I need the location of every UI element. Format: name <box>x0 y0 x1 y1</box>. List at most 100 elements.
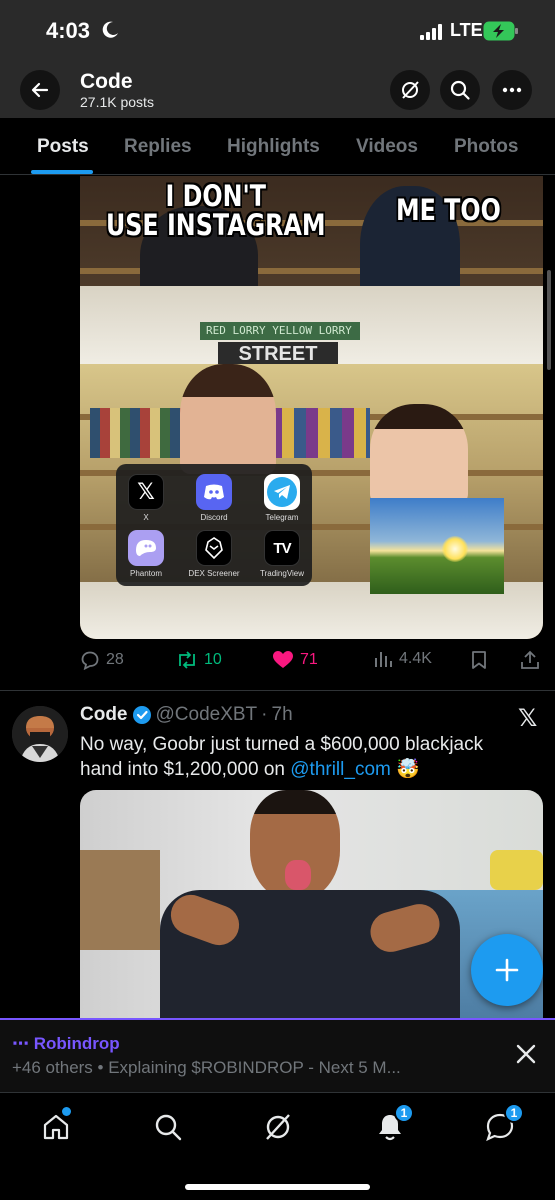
profile-header: Code 27.1K posts <box>0 62 555 118</box>
notifications-badge: 1 <box>394 1103 414 1123</box>
separator-dot: · <box>261 704 268 725</box>
shelf-label: RED LORRY YELLOW LORRY <box>200 322 360 340</box>
search-button[interactable] <box>440 70 480 110</box>
spaces-title: ⋯ Robindrop <box>12 1034 120 1054</box>
woman-head <box>370 404 468 504</box>
app-label-telegram: Telegram <box>265 513 299 522</box>
dvd-row <box>90 408 190 458</box>
compose-button[interactable] <box>471 934 543 1006</box>
mention-link[interactable]: @thrill_com <box>290 759 391 780</box>
emoji: 🤯 <box>396 759 420 780</box>
grok-button[interactable] <box>390 70 430 110</box>
post-count: 27.1K posts <box>80 94 154 110</box>
share-icon <box>521 650 539 669</box>
nav-notifications[interactable]: 1 <box>374 1103 414 1143</box>
sunflower-field-photo <box>370 498 504 594</box>
post-actions: 28 10 71 4.4K <box>0 646 555 676</box>
tab-photos[interactable]: Photos <box>454 136 518 158</box>
heart-icon <box>273 651 293 668</box>
sun-glow <box>442 536 468 562</box>
like-count: 71 <box>300 651 318 668</box>
status-bar: 4:03 LTE <box>0 0 555 62</box>
meme-caption-right: ME TOO <box>396 193 501 227</box>
dexscreener-app-icon <box>196 530 232 566</box>
telegram-app-icon <box>264 474 300 510</box>
man-head <box>180 364 276 474</box>
tab-replies[interactable]: Replies <box>124 136 192 158</box>
grok-icon <box>266 1114 290 1140</box>
spaces-dots-icon: ⋯ <box>12 1034 34 1053</box>
tradingview-app-icon: TV <box>264 530 300 566</box>
back-arrow-icon <box>31 82 49 98</box>
more-button[interactable] <box>492 70 532 110</box>
avatar[interactable] <box>12 706 68 762</box>
more-icon <box>502 87 522 93</box>
app-label-phantom: Phantom <box>129 569 163 578</box>
nav-grok[interactable] <box>262 1111 294 1143</box>
bookmark-button[interactable] <box>470 650 488 670</box>
nav-search[interactable] <box>152 1111 184 1143</box>
signal-icon <box>420 24 442 40</box>
tongue <box>285 860 311 890</box>
reply-icon <box>81 651 99 670</box>
verified-badge-icon <box>132 706 151 724</box>
discord-app-icon <box>196 474 232 510</box>
phantom-app-icon <box>128 530 164 566</box>
tab-videos[interactable]: Videos <box>356 136 418 158</box>
search-icon <box>155 1114 182 1141</box>
tab-highlights[interactable]: Highlights <box>227 136 320 158</box>
active-tab-indicator <box>31 170 93 174</box>
post-time: 7h <box>271 704 293 725</box>
app-grid-overlay: 𝕏 X Discord Telegram Phantom DEX Screene… <box>116 464 312 586</box>
post-divider <box>0 690 555 691</box>
street-sign: STREET <box>218 342 338 365</box>
meme-caption-left: I DON'T USE INSTAGRAM <box>106 179 326 242</box>
x-app-icon: 𝕏 <box>128 474 164 510</box>
post-image[interactable]: RED LORRY YELLOW LORRY STREET I DON'T US… <box>80 176 543 639</box>
repost-button[interactable]: 10 <box>176 650 222 670</box>
post-header: Code @CodeXBT · 7h <box>80 704 293 726</box>
pillow <box>490 850 543 890</box>
post-text: No way, Goobr just turned a $600,000 bla… <box>80 732 520 782</box>
repost-count: 10 <box>204 651 222 668</box>
grok-icon <box>402 81 419 99</box>
back-button[interactable] <box>20 70 60 110</box>
profile-tabs: Posts Replies Highlights Videos Photos <box>0 118 555 175</box>
views-icon <box>375 652 392 667</box>
bookmark-icon <box>472 651 486 669</box>
scrollbar[interactable] <box>547 270 551 370</box>
nav-home[interactable] <box>40 1107 72 1143</box>
meme-top-panel: RED LORRY YELLOW LORRY STREET I DON'T US… <box>80 176 543 365</box>
reply-button[interactable]: 28 <box>80 650 124 670</box>
like-button[interactable]: 71 <box>272 650 318 670</box>
home-indicator <box>185 1184 370 1190</box>
repost-icon <box>179 651 195 669</box>
messages-badge: 1 <box>504 1103 524 1123</box>
plus-icon <box>495 958 519 982</box>
view-count: 4.4K <box>399 650 432 667</box>
search-icon <box>450 80 470 100</box>
author-name[interactable]: Code <box>80 704 128 726</box>
app-label-dexscreener: DEX Screener <box>188 569 240 578</box>
share-button[interactable] <box>520 650 540 670</box>
close-icon[interactable] <box>514 1042 538 1066</box>
app-label-tradingview: TradingView <box>259 569 305 578</box>
views-button[interactable]: 4.4K <box>373 650 432 668</box>
network-type: LTE <box>450 20 483 40</box>
status-time: 4:03 <box>46 18 91 43</box>
dvd-row <box>270 408 370 458</box>
app-label-discord: Discord <box>200 513 228 522</box>
author-handle[interactable]: @CodeXBT <box>156 704 258 726</box>
home-unread-dot <box>62 1107 71 1116</box>
app-label-x: X <box>143 513 149 522</box>
profile-name: Code <box>80 70 133 93</box>
post-text-body: No way, Goobr just turned a $600,000 bla… <box>80 734 484 780</box>
x-logo-icon: 𝕏 <box>518 705 538 732</box>
tab-posts[interactable]: Posts <box>37 136 89 158</box>
battery-charging-icon <box>483 21 518 41</box>
nav-messages[interactable]: 1 <box>484 1103 524 1143</box>
shelf-decor <box>80 850 160 950</box>
spaces-bar[interactable]: ⋯ Robindrop +46 others • Explaining $ROB… <box>0 1018 555 1092</box>
moon-icon <box>102 21 118 38</box>
spaces-subtitle: +46 others • Explaining $ROBINDROP - Nex… <box>12 1058 401 1077</box>
